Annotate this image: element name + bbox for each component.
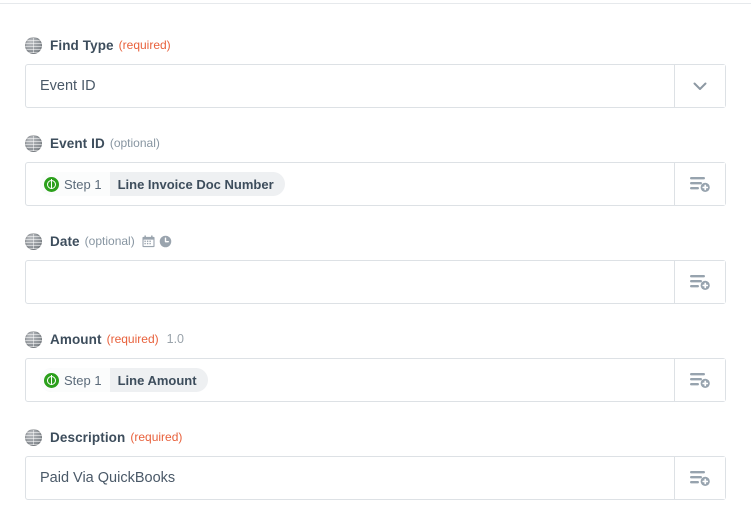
app-globe-icon xyxy=(25,428,42,446)
field-label-row: Amount (required) 1.0 xyxy=(25,330,726,348)
field-find-type: Find Type (required) Event ID xyxy=(0,36,751,108)
field-label: Amount xyxy=(50,331,102,347)
field-input-shell xyxy=(25,260,726,304)
insert-data-icon xyxy=(689,468,711,488)
field-amount: Amount (required) 1.0 Step 1 Line Amount xyxy=(0,330,751,402)
insert-data-button[interactable] xyxy=(674,163,725,205)
calendar-icon[interactable] xyxy=(142,234,155,248)
app-globe-icon xyxy=(25,330,42,348)
app-globe-icon xyxy=(25,36,42,54)
field-label: Find Type xyxy=(50,37,114,53)
token-field-label: Line Invoice Doc Number xyxy=(117,176,274,192)
quickbooks-icon xyxy=(44,372,59,388)
token-step-label: Step 1 xyxy=(64,372,102,388)
field-qualifier: (optional) xyxy=(109,136,160,150)
field-input-shell: Step 1 Line Invoice Doc Number xyxy=(25,162,726,206)
input-event-id[interactable]: Step 1 Line Invoice Doc Number xyxy=(26,163,674,205)
insert-data-button[interactable] xyxy=(674,457,725,499)
field-label: Description xyxy=(50,429,126,445)
field-description: Description (required) Paid Via QuickBooks xyxy=(0,428,751,500)
field-label-row: Description (required) xyxy=(25,428,726,446)
field-input-shell: Paid Via QuickBooks xyxy=(25,456,726,500)
field-label-row: Date (optional) xyxy=(25,232,726,250)
field-input-shell: Event ID xyxy=(25,64,726,108)
insert-data-icon xyxy=(689,370,711,390)
field-qualifier: (required) xyxy=(118,38,171,52)
insert-data-button[interactable] xyxy=(674,261,725,303)
clock-icon[interactable] xyxy=(159,235,172,248)
token-field-label: Line Amount xyxy=(117,372,197,388)
input-value: Paid Via QuickBooks xyxy=(40,470,176,486)
field-input-shell: Step 1 Line Amount xyxy=(25,358,726,402)
field-qualifier: (required) xyxy=(106,332,159,346)
quickbooks-icon xyxy=(44,176,59,192)
token-step-section: Step 1 xyxy=(40,368,110,392)
dropdown-toggle-button[interactable] xyxy=(674,65,725,107)
app-globe-icon xyxy=(25,232,42,250)
insert-data-icon xyxy=(689,174,711,194)
field-label-icons xyxy=(142,234,172,248)
token-step-section: Step 1 xyxy=(40,172,110,196)
insert-data-button[interactable] xyxy=(674,359,725,401)
chevron-down-icon xyxy=(690,76,710,96)
input-value: Event ID xyxy=(40,78,96,94)
token-step-label: Step 1 xyxy=(64,176,102,192)
input-amount[interactable]: Step 1 Line Amount xyxy=(26,359,674,401)
field-default-value: 1.0 xyxy=(166,332,185,346)
data-token[interactable]: Step 1 Line Invoice Doc Number xyxy=(40,172,285,196)
select-display-find-type[interactable]: Event ID xyxy=(26,65,674,107)
field-label-row: Event ID (optional) xyxy=(25,134,726,152)
field-event-id: Event ID (optional) Step 1 Line Invoice Doc… xyxy=(0,134,751,206)
input-description[interactable]: Paid Via QuickBooks xyxy=(26,457,674,499)
app-globe-icon xyxy=(25,134,42,152)
data-token[interactable]: Step 1 Line Amount xyxy=(40,368,208,392)
insert-data-icon xyxy=(689,272,711,292)
field-date: Date (optional) xyxy=(0,232,751,304)
field-qualifier: (optional) xyxy=(84,234,135,248)
field-label: Event ID xyxy=(50,135,105,151)
field-qualifier: (required) xyxy=(130,430,183,444)
input-date[interactable] xyxy=(26,261,674,303)
field-label: Date xyxy=(50,233,80,249)
field-label-row: Find Type (required) xyxy=(25,36,726,54)
action-setup-form: Find Type (required) Event ID Event ID (opti… xyxy=(0,0,751,500)
